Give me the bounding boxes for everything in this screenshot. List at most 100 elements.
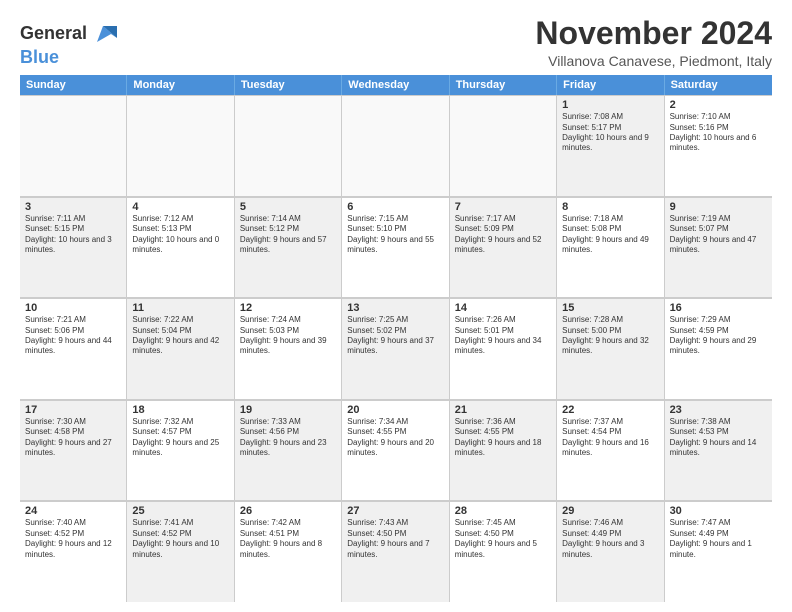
day-number-r2-c4: 14 (455, 302, 551, 314)
cell-text-r2-c4: Sunrise: 7:26 AM Sunset: 5:01 PM Dayligh… (455, 315, 551, 357)
day-number-r1-c3: 6 (347, 201, 443, 213)
cell-text-r2-c3: Sunrise: 7:25 AM Sunset: 5:02 PM Dayligh… (347, 315, 443, 357)
header-friday: Friday (557, 75, 664, 95)
calendar-cell-r4-c5: 29Sunrise: 7:46 AM Sunset: 4:49 PM Dayli… (557, 501, 664, 602)
day-number-r3-c1: 18 (132, 404, 228, 416)
day-number-r1-c2: 5 (240, 201, 336, 213)
calendar-row-0: 1Sunrise: 7:08 AM Sunset: 5:17 PM Daylig… (20, 95, 772, 197)
cell-text-r0-c5: Sunrise: 7:08 AM Sunset: 5:17 PM Dayligh… (562, 112, 658, 154)
day-number-r4-c0: 24 (25, 505, 121, 517)
logo-icon (89, 20, 117, 48)
header-saturday: Saturday (665, 75, 772, 95)
calendar-cell-r0-c1 (127, 95, 234, 196)
calendar-row-2: 10Sunrise: 7:21 AM Sunset: 5:06 PM Dayli… (20, 298, 772, 400)
day-number-r4-c3: 27 (347, 505, 443, 517)
header-sunday: Sunday (20, 75, 127, 95)
cell-text-r3-c2: Sunrise: 7:33 AM Sunset: 4:56 PM Dayligh… (240, 417, 336, 459)
header-tuesday: Tuesday (235, 75, 342, 95)
calendar-header: Sunday Monday Tuesday Wednesday Thursday… (20, 75, 772, 95)
subtitle: Villanova Canavese, Piedmont, Italy (535, 53, 772, 69)
day-number-r0-c6: 2 (670, 99, 767, 111)
cell-text-r4-c0: Sunrise: 7:40 AM Sunset: 4:52 PM Dayligh… (25, 518, 121, 560)
calendar: Sunday Monday Tuesday Wednesday Thursday… (20, 75, 772, 602)
calendar-cell-r4-c0: 24Sunrise: 7:40 AM Sunset: 4:52 PM Dayli… (20, 501, 127, 602)
calendar-cell-r3-c6: 23Sunrise: 7:38 AM Sunset: 4:53 PM Dayli… (665, 400, 772, 501)
calendar-cell-r1-c4: 7Sunrise: 7:17 AM Sunset: 5:09 PM Daylig… (450, 197, 557, 298)
calendar-cell-r2-c5: 15Sunrise: 7:28 AM Sunset: 5:00 PM Dayli… (557, 298, 664, 399)
day-number-r4-c1: 25 (132, 505, 228, 517)
calendar-cell-r0-c2 (235, 95, 342, 196)
calendar-cell-r0-c6: 2Sunrise: 7:10 AM Sunset: 5:16 PM Daylig… (665, 95, 772, 196)
day-number-r3-c6: 23 (670, 404, 767, 416)
calendar-cell-r2-c1: 11Sunrise: 7:22 AM Sunset: 5:04 PM Dayli… (127, 298, 234, 399)
page: General Blue November 2024 Villanova Can… (0, 0, 792, 612)
calendar-cell-r3-c1: 18Sunrise: 7:32 AM Sunset: 4:57 PM Dayli… (127, 400, 234, 501)
header-monday: Monday (127, 75, 234, 95)
logo: General Blue (20, 20, 117, 68)
day-number-r0-c5: 1 (562, 99, 658, 111)
cell-text-r1-c6: Sunrise: 7:19 AM Sunset: 5:07 PM Dayligh… (670, 214, 767, 256)
day-number-r2-c2: 12 (240, 302, 336, 314)
logo-text-line2: Blue (20, 47, 59, 67)
cell-text-r3-c1: Sunrise: 7:32 AM Sunset: 4:57 PM Dayligh… (132, 417, 228, 459)
cell-text-r4-c1: Sunrise: 7:41 AM Sunset: 4:52 PM Dayligh… (132, 518, 228, 560)
calendar-cell-r1-c1: 4Sunrise: 7:12 AM Sunset: 5:13 PM Daylig… (127, 197, 234, 298)
calendar-cell-r0-c4 (450, 95, 557, 196)
calendar-cell-r1-c3: 6Sunrise: 7:15 AM Sunset: 5:10 PM Daylig… (342, 197, 449, 298)
day-number-r3-c2: 19 (240, 404, 336, 416)
calendar-cell-r3-c3: 20Sunrise: 7:34 AM Sunset: 4:55 PM Dayli… (342, 400, 449, 501)
cell-text-r0-c6: Sunrise: 7:10 AM Sunset: 5:16 PM Dayligh… (670, 112, 767, 154)
day-number-r2-c0: 10 (25, 302, 121, 314)
calendar-cell-r4-c6: 30Sunrise: 7:47 AM Sunset: 4:49 PM Dayli… (665, 501, 772, 602)
cell-text-r3-c4: Sunrise: 7:36 AM Sunset: 4:55 PM Dayligh… (455, 417, 551, 459)
cell-text-r2-c0: Sunrise: 7:21 AM Sunset: 5:06 PM Dayligh… (25, 315, 121, 357)
cell-text-r1-c1: Sunrise: 7:12 AM Sunset: 5:13 PM Dayligh… (132, 214, 228, 256)
title-block: November 2024 Villanova Canavese, Piedmo… (535, 16, 772, 69)
calendar-cell-r3-c2: 19Sunrise: 7:33 AM Sunset: 4:56 PM Dayli… (235, 400, 342, 501)
calendar-cell-r2-c0: 10Sunrise: 7:21 AM Sunset: 5:06 PM Dayli… (20, 298, 127, 399)
cell-text-r1-c3: Sunrise: 7:15 AM Sunset: 5:10 PM Dayligh… (347, 214, 443, 256)
cell-text-r4-c6: Sunrise: 7:47 AM Sunset: 4:49 PM Dayligh… (670, 518, 767, 560)
cell-text-r2-c5: Sunrise: 7:28 AM Sunset: 5:00 PM Dayligh… (562, 315, 658, 357)
day-number-r4-c2: 26 (240, 505, 336, 517)
cell-text-r1-c0: Sunrise: 7:11 AM Sunset: 5:15 PM Dayligh… (25, 214, 121, 256)
cell-text-r1-c4: Sunrise: 7:17 AM Sunset: 5:09 PM Dayligh… (455, 214, 551, 256)
cell-text-r2-c1: Sunrise: 7:22 AM Sunset: 5:04 PM Dayligh… (132, 315, 228, 357)
cell-text-r1-c2: Sunrise: 7:14 AM Sunset: 5:12 PM Dayligh… (240, 214, 336, 256)
calendar-cell-r2-c2: 12Sunrise: 7:24 AM Sunset: 5:03 PM Dayli… (235, 298, 342, 399)
cell-text-r4-c3: Sunrise: 7:43 AM Sunset: 4:50 PM Dayligh… (347, 518, 443, 560)
day-number-r2-c5: 15 (562, 302, 658, 314)
calendar-cell-r4-c3: 27Sunrise: 7:43 AM Sunset: 4:50 PM Dayli… (342, 501, 449, 602)
calendar-cell-r2-c3: 13Sunrise: 7:25 AM Sunset: 5:02 PM Dayli… (342, 298, 449, 399)
day-number-r4-c6: 30 (670, 505, 767, 517)
calendar-cell-r1-c5: 8Sunrise: 7:18 AM Sunset: 5:08 PM Daylig… (557, 197, 664, 298)
header-wednesday: Wednesday (342, 75, 449, 95)
calendar-cell-r4-c1: 25Sunrise: 7:41 AM Sunset: 4:52 PM Dayli… (127, 501, 234, 602)
cell-text-r3-c6: Sunrise: 7:38 AM Sunset: 4:53 PM Dayligh… (670, 417, 767, 459)
calendar-cell-r0-c5: 1Sunrise: 7:08 AM Sunset: 5:17 PM Daylig… (557, 95, 664, 196)
day-number-r2-c1: 11 (132, 302, 228, 314)
day-number-r3-c5: 22 (562, 404, 658, 416)
calendar-cell-r1-c0: 3Sunrise: 7:11 AM Sunset: 5:15 PM Daylig… (20, 197, 127, 298)
calendar-row-4: 24Sunrise: 7:40 AM Sunset: 4:52 PM Dayli… (20, 501, 772, 602)
calendar-row-3: 17Sunrise: 7:30 AM Sunset: 4:58 PM Dayli… (20, 400, 772, 502)
header: General Blue November 2024 Villanova Can… (20, 16, 772, 69)
calendar-row-1: 3Sunrise: 7:11 AM Sunset: 5:15 PM Daylig… (20, 197, 772, 299)
calendar-cell-r4-c4: 28Sunrise: 7:45 AM Sunset: 4:50 PM Dayli… (450, 501, 557, 602)
calendar-cell-r0-c3 (342, 95, 449, 196)
day-number-r4-c4: 28 (455, 505, 551, 517)
cell-text-r4-c2: Sunrise: 7:42 AM Sunset: 4:51 PM Dayligh… (240, 518, 336, 560)
cell-text-r2-c2: Sunrise: 7:24 AM Sunset: 5:03 PM Dayligh… (240, 315, 336, 357)
day-number-r3-c0: 17 (25, 404, 121, 416)
day-number-r1-c0: 3 (25, 201, 121, 213)
header-thursday: Thursday (450, 75, 557, 95)
day-number-r4-c5: 29 (562, 505, 658, 517)
cell-text-r3-c0: Sunrise: 7:30 AM Sunset: 4:58 PM Dayligh… (25, 417, 121, 459)
day-number-r1-c5: 8 (562, 201, 658, 213)
day-number-r2-c6: 16 (670, 302, 767, 314)
cell-text-r1-c5: Sunrise: 7:18 AM Sunset: 5:08 PM Dayligh… (562, 214, 658, 256)
calendar-cell-r1-c6: 9Sunrise: 7:19 AM Sunset: 5:07 PM Daylig… (665, 197, 772, 298)
cell-text-r3-c5: Sunrise: 7:37 AM Sunset: 4:54 PM Dayligh… (562, 417, 658, 459)
calendar-cell-r3-c0: 17Sunrise: 7:30 AM Sunset: 4:58 PM Dayli… (20, 400, 127, 501)
cell-text-r3-c3: Sunrise: 7:34 AM Sunset: 4:55 PM Dayligh… (347, 417, 443, 459)
